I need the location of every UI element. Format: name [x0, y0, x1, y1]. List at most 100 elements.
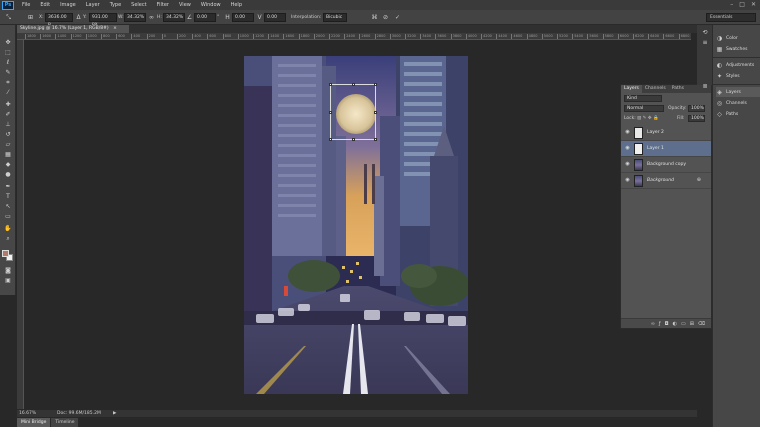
menu-layer[interactable]: Layer [81, 0, 105, 10]
history-brush-icon[interactable]: ↺ [3, 131, 13, 139]
group-icon[interactable]: ▭ [681, 319, 686, 328]
kind-filter-select[interactable]: Kind [624, 95, 662, 102]
transform-handle[interactable] [329, 111, 332, 114]
menu-type[interactable]: Type [105, 0, 126, 10]
move-icon[interactable]: ✥ [3, 39, 13, 47]
eraser-icon[interactable]: ▱ [3, 141, 13, 149]
path-select-icon[interactable]: ↖ [3, 203, 13, 211]
delta-icon[interactable]: Δ [74, 13, 83, 22]
visibility-eye-icon[interactable]: ◉ [624, 129, 631, 136]
new-layer-icon[interactable]: ⊞ [690, 319, 694, 328]
history-icon[interactable]: ⟲ [700, 29, 710, 37]
type-icon[interactable]: T [3, 193, 13, 201]
properties-icon[interactable]: ≡ [700, 39, 710, 47]
warp-icon[interactable]: ⌘ [370, 13, 379, 22]
minimize-button[interactable]: – [730, 1, 733, 9]
layer-row-layer-1[interactable]: ◉ Layer 1 [621, 141, 711, 157]
link-icon[interactable]: ∞ [147, 13, 156, 22]
dock-paths[interactable]: ◇ Paths [716, 109, 760, 119]
crop-icon[interactable]: ⌗ [3, 79, 13, 87]
pen-icon[interactable]: ✒ [3, 183, 13, 191]
eyedropper-icon[interactable]: ⁄ [3, 89, 13, 97]
tab-channels[interactable]: Channels [642, 85, 669, 93]
width-field[interactable]: 34.32% [124, 13, 146, 22]
panel-menu-icon[interactable]: ≣ [700, 83, 710, 91]
tab-paths[interactable]: Paths [669, 85, 687, 93]
dock-channels[interactable]: ◎ Channels [716, 98, 760, 108]
opacity-field[interactable]: 100% [688, 105, 705, 112]
shape-icon[interactable]: ▭ [3, 213, 13, 221]
trash-icon[interactable]: ⌫ [698, 319, 705, 328]
tab-layers[interactable]: Layers [621, 85, 642, 93]
dock-swatches[interactable]: ▦ Swatches [716, 44, 760, 54]
cancel-transform-icon[interactable]: ⊘ [381, 13, 390, 22]
dock-color[interactable]: ◑ Color [716, 33, 760, 43]
menu-edit[interactable]: Edit [35, 0, 55, 10]
menu-image[interactable]: Image [55, 0, 81, 10]
menu-view[interactable]: View [174, 0, 196, 10]
free-transform-bounding-box[interactable] [329, 83, 377, 141]
transform-handle[interactable] [374, 138, 377, 141]
dock-layers[interactable]: ◈ Layers [716, 87, 760, 97]
link-layers-icon[interactable]: ∞ [651, 319, 655, 328]
vertical-skew-field[interactable]: 0.00 [264, 13, 286, 22]
document-tab[interactable]: Skyline.jpg @ 16.7% (Layer 1, RGB/8#) × [17, 25, 129, 33]
layer-row-background-copy[interactable]: ◉ Background copy [621, 157, 711, 173]
foreground-color-swatch[interactable] [2, 250, 9, 257]
dodge-icon[interactable]: ● [3, 171, 13, 179]
maximize-button[interactable]: □ [739, 1, 745, 9]
blend-mode-select[interactable]: Normal [624, 105, 664, 112]
commit-transform-icon[interactable]: ✓ [393, 13, 402, 22]
menu-select[interactable]: Select [126, 0, 151, 10]
menu-help[interactable]: Help [226, 0, 247, 10]
visibility-eye-icon[interactable]: ◉ [624, 177, 631, 184]
visibility-eye-icon[interactable]: ◉ [624, 145, 631, 152]
y-position-field[interactable]: 931.00 px [89, 13, 117, 27]
lock-options-icon[interactable]: ▧ ✎ ✥ 🔒 [637, 114, 659, 123]
gradient-icon[interactable]: ▦ [3, 151, 13, 159]
x-position-field[interactable]: 3636.00 p [45, 13, 73, 27]
transform-handle[interactable] [352, 83, 355, 86]
zoom-level[interactable]: 16.67% [19, 410, 36, 417]
horizontal-skew-field[interactable]: 0.00 [232, 13, 254, 22]
transform-tool-icon[interactable]: ⤡ [4, 13, 13, 22]
adjustment-layer-icon[interactable]: ◐ [673, 319, 677, 328]
dock-styles[interactable]: ✦ Styles [716, 71, 760, 81]
transform-handle[interactable] [329, 138, 332, 141]
zoom-icon[interactable]: ⌕ [3, 235, 13, 243]
add-mask-icon[interactable]: ◘ [665, 319, 669, 328]
angle-field[interactable]: 0.00 [194, 13, 216, 22]
marquee-icon[interactable]: ⬚ [3, 49, 13, 57]
quick-select-icon[interactable]: ✎ [3, 69, 13, 77]
transform-handle[interactable] [329, 83, 332, 86]
fill-field[interactable]: 100% [688, 115, 705, 122]
reference-point-icon[interactable]: ⊞ [26, 13, 35, 22]
lasso-icon[interactable]: ℓ [3, 59, 13, 67]
blur-icon[interactable]: ◆ [3, 161, 13, 169]
workspace-select[interactable]: Essentials [706, 13, 756, 22]
interpolation-select[interactable]: Bicubic [323, 13, 347, 22]
visibility-eye-icon[interactable]: ◉ [624, 161, 631, 168]
hand-icon[interactable]: ✋ [3, 225, 13, 233]
quick-mask-icon[interactable]: ◙ [3, 267, 13, 275]
height-field[interactable]: 34.32% [163, 13, 185, 22]
menu-file[interactable]: File [17, 0, 35, 10]
close-window-button[interactable]: ✕ [751, 1, 756, 9]
transform-handle[interactable] [374, 83, 377, 86]
fx-icon[interactable]: ƒ [659, 319, 661, 328]
stamp-icon[interactable]: ⊥ [3, 121, 13, 129]
status-menu-icon[interactable]: ▶ [113, 410, 116, 417]
tab-mini-bridge[interactable]: Mini Bridge [17, 418, 51, 427]
layer-row-background[interactable]: ◉ Background ⊕ [621, 173, 711, 189]
menu-window[interactable]: Window [196, 0, 226, 10]
healing-icon[interactable]: ✚ [3, 101, 13, 109]
tab-timeline[interactable]: Timeline [51, 418, 79, 427]
layer-row-layer-2[interactable]: ◉ Layer 2 [621, 125, 711, 141]
document-close-icon[interactable]: × [113, 26, 117, 31]
dock-adjustments[interactable]: ◐ Adjustments [716, 60, 760, 70]
menu-filter[interactable]: Filter [152, 0, 174, 10]
brush-icon[interactable]: ✐ [3, 111, 13, 119]
screen-mode-icon[interactable]: ▣ [3, 277, 13, 285]
transform-handle[interactable] [352, 138, 355, 141]
transform-handle[interactable] [374, 111, 377, 114]
